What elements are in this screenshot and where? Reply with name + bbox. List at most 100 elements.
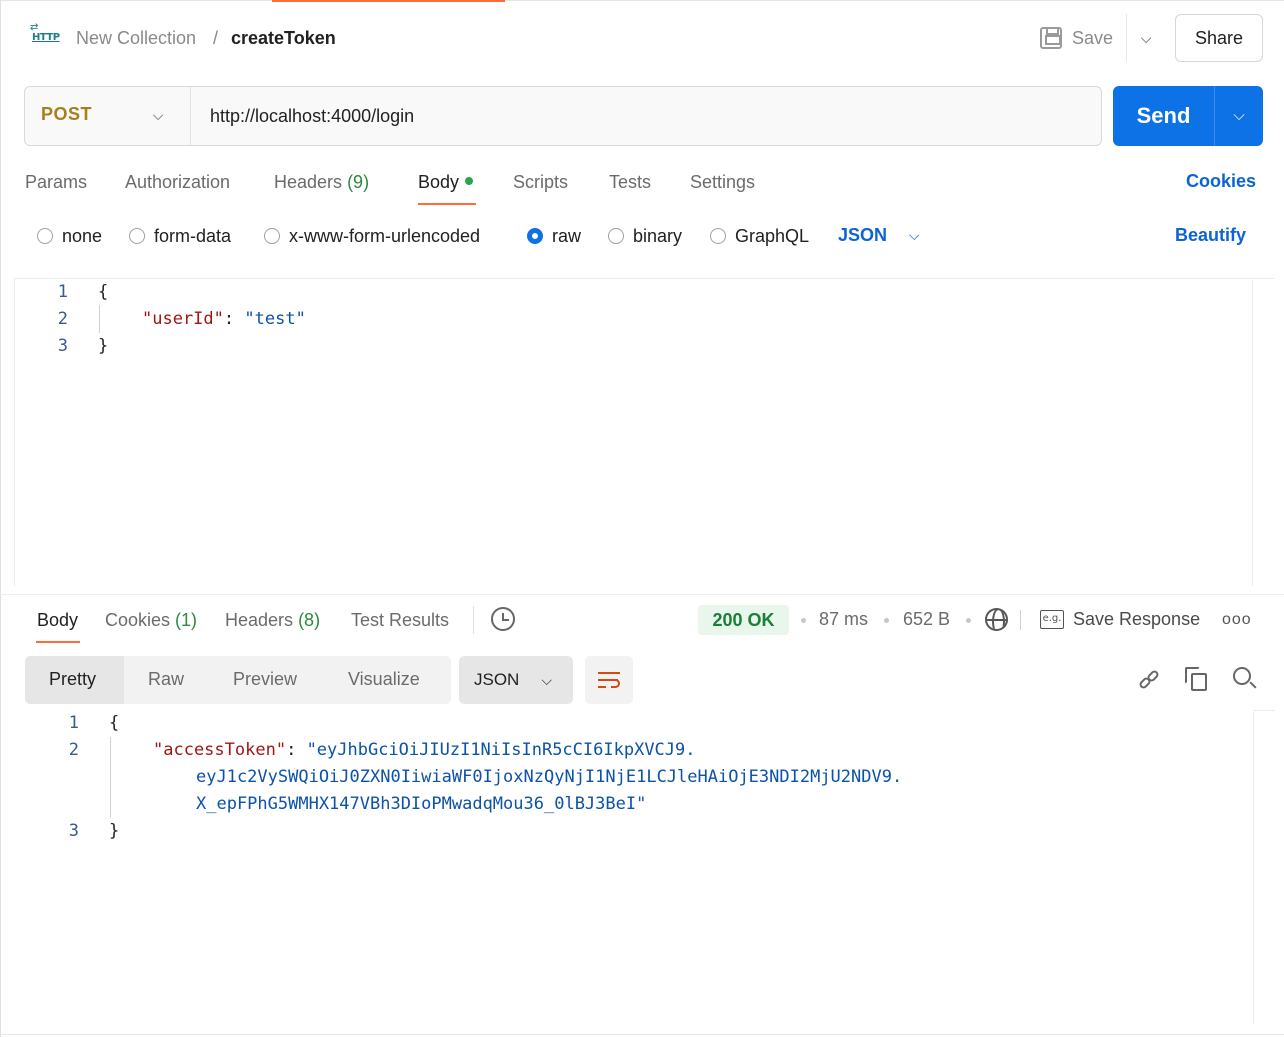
http-request-icon: ⇄ HTTP bbox=[30, 22, 60, 43]
resp-tabs-divider bbox=[473, 606, 474, 634]
json-value-continued[interactable]: X_epFPhG5WMHX147VBh3DIoPMwadqMou36_0lBJ3… bbox=[196, 791, 646, 818]
line-number: 3 bbox=[57, 336, 68, 356]
radio-graphql-label: GraphQL bbox=[735, 226, 810, 246]
url-input[interactable] bbox=[210, 103, 1090, 129]
response-close-brace[interactable]: } bbox=[109, 818, 119, 845]
radio-binary-circle bbox=[608, 228, 624, 244]
status-badge[interactable]: 200 OK bbox=[698, 605, 789, 635]
send-button[interactable]: Send bbox=[1113, 86, 1214, 146]
response-open-brace[interactable]: { bbox=[109, 710, 119, 737]
radio-form-data[interactable]: form-data bbox=[129, 226, 231, 246]
save-options-chevron-icon[interactable]: ⌵ bbox=[1136, 26, 1156, 50]
save-label: Save bbox=[1072, 27, 1114, 48]
response-body-line[interactable]: "accessToken": "eyJhbGciOiJIUzI1NiIsInR5… bbox=[153, 737, 696, 764]
tab-body-underline bbox=[418, 203, 476, 205]
resp-tab-body[interactable]: Body bbox=[37, 609, 78, 631]
radio-none[interactable]: none bbox=[37, 226, 102, 246]
resp-tab-test-results[interactable]: Test Results bbox=[351, 609, 449, 631]
radio-urlencoded-label: x-www-form-urlencoded bbox=[289, 226, 481, 246]
line-number: 1 bbox=[68, 713, 79, 733]
json-colon: : bbox=[223, 309, 235, 329]
tab-headers-count: (9) bbox=[347, 172, 370, 192]
indent-guide bbox=[110, 737, 111, 818]
request-open-brace[interactable]: { bbox=[98, 279, 108, 306]
request-name[interactable]: createToken bbox=[231, 26, 336, 50]
editor-border-top bbox=[14, 278, 1274, 279]
search-icon[interactable] bbox=[1233, 667, 1257, 691]
line-number: 3 bbox=[68, 821, 79, 841]
response-time[interactable]: 87 ms bbox=[819, 609, 868, 630]
window-top-border bbox=[0, 0, 1284, 1]
resp-tab-body-underline bbox=[36, 641, 80, 643]
save-divider bbox=[1126, 14, 1127, 62]
radio-binary-label: binary bbox=[633, 226, 683, 246]
json-colon: : bbox=[286, 740, 297, 760]
beautify-link[interactable]: Beautify bbox=[1175, 225, 1246, 246]
tab-authorization[interactable]: Authorization bbox=[125, 171, 230, 193]
tab-params[interactable]: Params bbox=[25, 171, 87, 193]
json-value: "test" bbox=[244, 309, 306, 329]
copy-icon[interactable] bbox=[1185, 667, 1209, 691]
radio-graphql[interactable]: GraphQL bbox=[710, 226, 809, 246]
meta-dot bbox=[884, 618, 889, 623]
link-icon[interactable] bbox=[1137, 668, 1161, 692]
breadcrumb-separator: / bbox=[213, 28, 219, 48]
save-button[interactable]: Save bbox=[1040, 20, 1113, 56]
wrap-lines-icon[interactable] bbox=[585, 656, 633, 704]
response-format-select[interactable]: JSON ⌵ bbox=[459, 656, 573, 704]
line-number: 2 bbox=[57, 309, 68, 329]
resp-tab-cookies-count: (1) bbox=[175, 610, 198, 630]
method-chevron-down-icon[interactable]: ⌵ bbox=[148, 102, 168, 128]
json-value-continued[interactable]: eyJ1c2VySWQiOiJ0ZXN0IiwiaWF0IjoxNzQyNjI1… bbox=[196, 764, 902, 791]
body-format-select[interactable]: JSON ⌵ bbox=[838, 225, 920, 246]
resp-tab-headers-label: Headers bbox=[225, 610, 294, 630]
save-response-button[interactable]: Save Response bbox=[1073, 609, 1200, 630]
resp-tab-headers[interactable]: Headers (8) bbox=[225, 609, 320, 631]
active-tab-accent bbox=[272, 0, 505, 2]
tab-tests[interactable]: Tests bbox=[609, 171, 651, 193]
radio-raw-circle bbox=[527, 228, 543, 244]
radio-none-label: none bbox=[62, 226, 103, 246]
resp-editor-scrollbar[interactable] bbox=[1253, 712, 1254, 1024]
editor-border-left bbox=[14, 278, 15, 586]
send-options-chevron-icon[interactable]: ⌵ bbox=[1214, 86, 1263, 146]
resp-tab-headers-count: (8) bbox=[298, 610, 321, 630]
radio-graphql-circle bbox=[710, 228, 726, 244]
editor-scrollbar[interactable] bbox=[1252, 280, 1274, 586]
request-close-brace[interactable]: } bbox=[98, 333, 108, 360]
response-format-label: JSON bbox=[474, 670, 520, 689]
view-raw[interactable]: Raw bbox=[148, 669, 184, 690]
globe-icon[interactable] bbox=[985, 608, 1008, 631]
share-button[interactable]: Share bbox=[1175, 14, 1263, 62]
window-left-border bbox=[0, 0, 1, 1037]
line-number: 1 bbox=[57, 282, 68, 302]
view-pretty[interactable]: Pretty bbox=[49, 669, 96, 690]
tab-settings[interactable]: Settings bbox=[690, 171, 755, 193]
cookies-link[interactable]: Cookies bbox=[1186, 171, 1256, 192]
resp-tab-cookies-label: Cookies bbox=[105, 610, 171, 630]
tab-scripts[interactable]: Scripts bbox=[513, 171, 568, 193]
tab-body[interactable]: Body bbox=[418, 171, 474, 193]
response-separator bbox=[0, 594, 1284, 595]
resp-tab-cookies[interactable]: Cookies (1) bbox=[105, 609, 197, 631]
view-visualize[interactable]: Visualize bbox=[348, 669, 420, 690]
history-icon[interactable] bbox=[491, 607, 515, 631]
tab-headers-label: Headers bbox=[274, 172, 343, 192]
view-preview[interactable]: Preview bbox=[233, 669, 297, 690]
radio-form-data-circle bbox=[129, 228, 145, 244]
example-icon: e.g. bbox=[1040, 610, 1064, 629]
json-value: "eyJhbGciOiJIUzI1NiIsInR5cCI6IkpXVCJ9. bbox=[306, 740, 696, 760]
window-bottom-border bbox=[0, 1034, 1284, 1035]
radio-urlencoded[interactable]: x-www-form-urlencoded bbox=[264, 226, 480, 246]
chevron-down-icon: ⌵ bbox=[909, 227, 920, 243]
resp-editor-border bbox=[1253, 710, 1275, 711]
more-options-icon[interactable]: ooo bbox=[1222, 611, 1252, 629]
tab-headers[interactable]: Headers (9) bbox=[274, 171, 369, 193]
method-select[interactable]: POST bbox=[41, 104, 92, 125]
breadcrumb-collection[interactable]: New Collection bbox=[76, 26, 196, 50]
url-divider bbox=[190, 87, 191, 145]
radio-binary[interactable]: binary bbox=[608, 226, 682, 246]
request-body-line[interactable]: "userId": "test" bbox=[142, 306, 306, 333]
response-size[interactable]: 652 B bbox=[903, 609, 950, 630]
radio-raw[interactable]: raw bbox=[527, 226, 581, 246]
